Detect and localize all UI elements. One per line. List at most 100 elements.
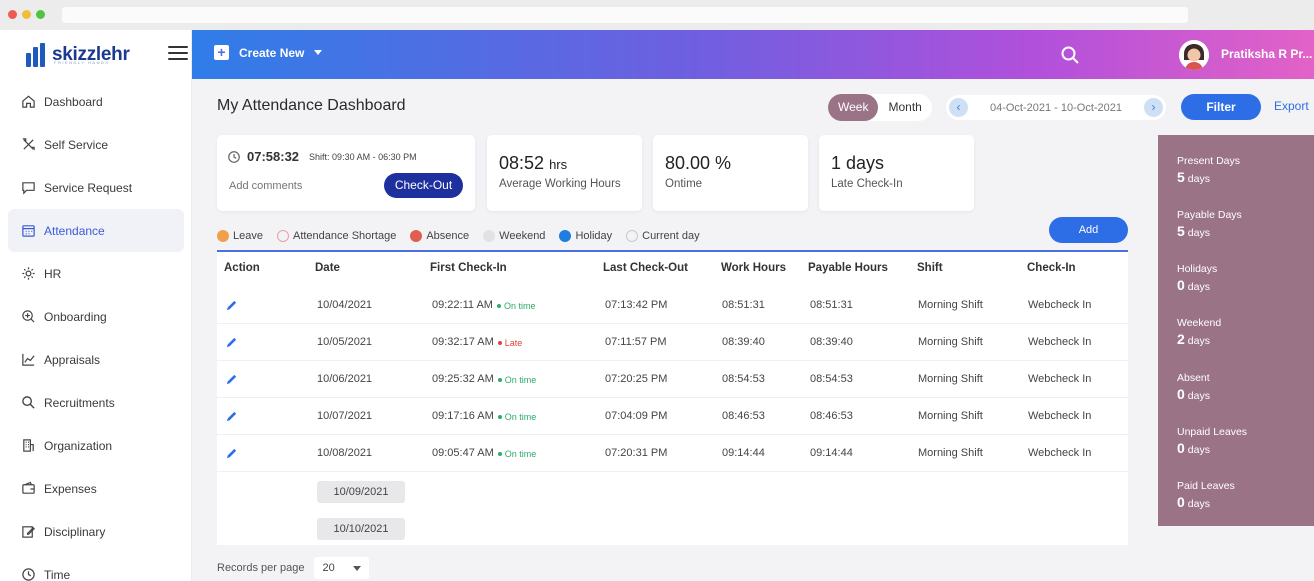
col-shift[interactable]: Shift xyxy=(917,262,943,274)
row-checkin-type: Webcheck In xyxy=(1028,336,1092,348)
row-first-checkin: 09:32:17 AM Late xyxy=(432,336,523,348)
col-check-in[interactable]: Check-In xyxy=(1027,262,1076,274)
attendance-summary-panel: Present Days 5 days Payable Days 5 days Ho… xyxy=(1158,135,1314,526)
table-row: 10/04/2021 09:22:11 AM On time 07:13:42 P… xyxy=(217,287,1128,324)
chart-line-icon xyxy=(20,352,36,368)
row-first-checkin: 09:17:16 AM On time xyxy=(432,410,537,422)
sidebar-item-attendance[interactable]: Attendance xyxy=(8,209,184,252)
row-checkin-type: Webcheck In xyxy=(1028,410,1092,422)
row-date: 10/04/2021 xyxy=(317,299,373,311)
close-window-button[interactable] xyxy=(8,10,17,19)
sidebar-item-time[interactable]: Time xyxy=(8,553,184,581)
gear-icon xyxy=(20,266,36,282)
checkin-card: 07:58:32 Shift: 09:30 AM - 06:30 PM Chec… xyxy=(217,135,475,211)
create-new-button[interactable]: + Create New xyxy=(214,45,323,60)
summary-paid-leaves: Paid Leaves 0 days xyxy=(1177,480,1235,510)
ontime-card: 80.00 % Ontime xyxy=(653,135,808,211)
row-last-checkout: 07:20:25 PM xyxy=(605,373,668,385)
tab-week[interactable]: Week xyxy=(828,94,879,121)
sidebar-item-recruitments[interactable]: Recruitments xyxy=(8,381,184,424)
row-last-checkout: 07:13:42 PM xyxy=(605,299,668,311)
add-button[interactable]: Add xyxy=(1049,217,1128,243)
shift-timing: Shift: 09:30 AM - 06:30 PM xyxy=(309,151,417,162)
sidebar-item-appraisals[interactable]: Appraisals xyxy=(8,338,184,381)
col-date[interactable]: Date xyxy=(315,262,340,274)
col-payable-hours[interactable]: Payable Hours xyxy=(808,262,888,274)
view-toggle: Week Month xyxy=(828,94,932,121)
col-work-hours[interactable]: Work Hours xyxy=(721,262,786,274)
edit-pencil-icon[interactable] xyxy=(225,410,238,426)
plus-icon: + xyxy=(214,45,229,60)
avatar[interactable] xyxy=(1179,40,1209,70)
stat-value: 1 days xyxy=(831,153,885,173)
brand-logo[interactable]: skizzlehr xyxy=(26,40,130,70)
comments-input[interactable] xyxy=(229,177,374,195)
row-shift: Morning Shift xyxy=(918,336,983,348)
create-new-label: Create New xyxy=(239,45,305,60)
sidebar-item-label: Disciplinary xyxy=(44,524,106,539)
sidebar-item-dashboard[interactable]: Dashboard xyxy=(8,80,184,123)
stat-label: Average Working Hours xyxy=(499,178,621,190)
row-shift: Morning Shift xyxy=(918,373,983,385)
chevron-left-icon[interactable]: ‹ xyxy=(949,98,968,117)
check-out-button[interactable]: Check-Out xyxy=(384,173,463,198)
col-last-checkout[interactable]: Last Check-Out xyxy=(603,262,688,274)
edit-pencil-icon[interactable] xyxy=(225,336,238,352)
minimize-window-button[interactable] xyxy=(22,10,31,19)
date-range-text[interactable]: 04-Oct-2021 - 10-Oct-2021 xyxy=(990,102,1122,114)
edit-pencil-icon[interactable] xyxy=(225,299,238,315)
sidebar-nav: Dashboard Self Service Service Request A… xyxy=(8,80,184,581)
sidebar-item-organization[interactable]: Organization xyxy=(8,424,184,467)
maximize-window-button[interactable] xyxy=(36,10,45,19)
chevron-right-icon[interactable]: › xyxy=(1143,98,1163,117)
calendar-icon xyxy=(20,223,36,239)
sidebar-item-onboarding[interactable]: Onboarding xyxy=(8,295,184,338)
chevron-down-icon xyxy=(314,50,323,55)
records-per-page-select[interactable]: 20 xyxy=(314,557,370,579)
row-payable-hours: 08:51:31 xyxy=(810,299,853,311)
search-icon[interactable] xyxy=(1060,45,1080,65)
row-last-checkout: 07:11:57 PM xyxy=(605,336,667,348)
legend-holiday: Holiday xyxy=(559,230,612,242)
sidebar-item-disciplinary[interactable]: Disciplinary xyxy=(8,510,184,553)
edit-pencil-icon[interactable] xyxy=(225,447,238,463)
row-work-hours: 08:46:53 xyxy=(722,410,765,422)
main-content: My Attendance Dashboard Week Month ‹ 04-… xyxy=(192,79,1314,581)
edit-pencil-icon[interactable] xyxy=(225,373,238,389)
records-per-page-label: Records per page xyxy=(217,562,305,574)
row-work-hours: 09:14:44 xyxy=(722,447,765,459)
sidebar-item-service-request[interactable]: Service Request xyxy=(8,166,184,209)
sidebar-item-self-service[interactable]: Self Service xyxy=(8,123,184,166)
table-row: 10/07/2021 09:17:16 AM On time 07:04:09 P… xyxy=(217,398,1128,435)
row-date: 10/06/2021 xyxy=(317,373,373,385)
col-action[interactable]: Action xyxy=(224,262,260,274)
tools-icon xyxy=(20,137,36,153)
sidebar-item-label: Self Service xyxy=(44,137,109,152)
user-name[interactable]: Pratiksha R Pr... xyxy=(1221,47,1312,61)
summary-present-days: Present Days 5 days xyxy=(1177,155,1241,185)
sidebar-item-label: Organization xyxy=(44,438,113,453)
zoom-plus-icon xyxy=(20,309,36,325)
row-payable-hours: 08:54:53 xyxy=(810,373,853,385)
legend-attendance-shortage: Attendance Shortage xyxy=(276,230,396,242)
export-link[interactable]: Export xyxy=(1274,99,1309,113)
filter-button[interactable]: Filter xyxy=(1181,94,1261,120)
search-icon xyxy=(20,395,36,411)
date-range-picker: ‹ 04-Oct-2021 - 10-Oct-2021 › xyxy=(946,95,1166,120)
tab-month[interactable]: Month xyxy=(878,94,931,121)
row-date: 10/05/2021 xyxy=(317,336,373,348)
row-shift: Morning Shift xyxy=(918,299,983,311)
menu-toggle-icon[interactable] xyxy=(168,46,188,60)
row-date: 10/08/2021 xyxy=(317,447,373,459)
sidebar-item-hr[interactable]: HR xyxy=(8,252,184,295)
summary-payable-days: Payable Days 5 days xyxy=(1177,209,1242,239)
building-icon xyxy=(20,438,36,454)
row-work-hours: 08:51:31 xyxy=(722,299,765,311)
logo-mark-icon xyxy=(26,43,48,67)
row-first-checkin: 09:25:32 AM On time xyxy=(432,373,537,385)
row-checkin-type: Webcheck In xyxy=(1028,447,1092,459)
col-first-checkin[interactable]: First Check-In xyxy=(430,262,507,274)
sidebar-item-expenses[interactable]: Expenses xyxy=(8,467,184,510)
address-bar[interactable] xyxy=(62,7,1188,23)
legend-weekend: Weekend xyxy=(483,230,545,242)
